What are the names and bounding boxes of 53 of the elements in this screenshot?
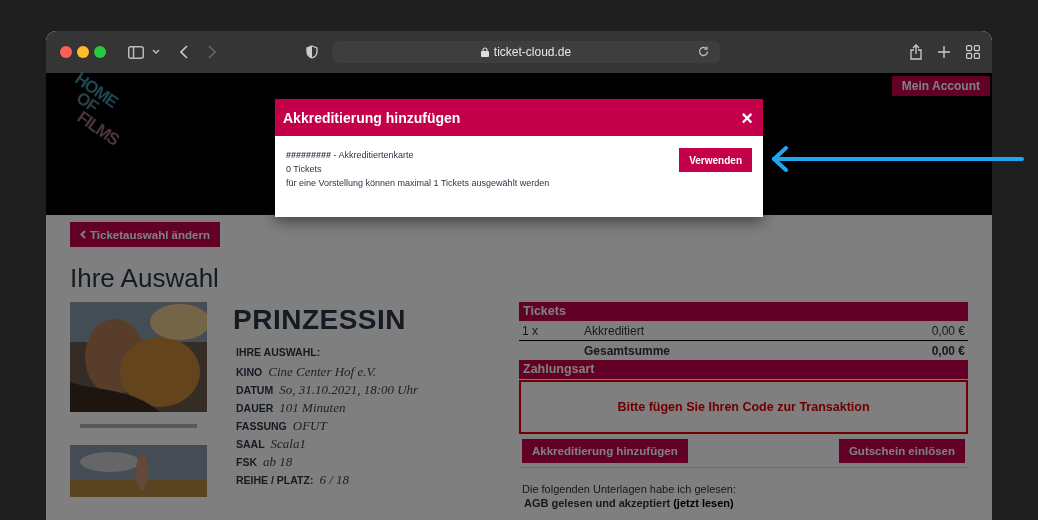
- share-icon[interactable]: [910, 44, 922, 60]
- tabs-overview-icon[interactable]: [966, 45, 980, 59]
- detail-label: KINO: [235, 366, 263, 378]
- modal-text: 0 Tickets: [286, 163, 323, 176]
- detail-label: FASSUNG: [235, 420, 287, 432]
- action-button[interactable]: Gutschein einlösen: [838, 439, 965, 463]
- details-heading: IHRE AUSWAHL:: [235, 346, 322, 360]
- use-button[interactable]: Verwenden: [679, 148, 752, 172]
- film-title: PRINZESSIN: [233, 304, 408, 336]
- sidebar-icon[interactable]: [128, 45, 144, 59]
- window-control[interactable]: [77, 46, 89, 58]
- detail-value: 101 Minuten: [279, 400, 346, 416]
- detail-label: REIHE / PLATZ:: [235, 474, 314, 486]
- section-header: Zahlungsart: [519, 360, 968, 379]
- window-control[interactable]: [60, 46, 72, 58]
- total-price: 0,00 €: [931, 343, 966, 358]
- chevron-down-icon[interactable]: [152, 49, 160, 55]
- chevron-left-icon: [80, 230, 86, 239]
- detail-value: OFUT: [292, 418, 327, 434]
- read-link[interactable]: (jetzt lesen): [673, 497, 734, 509]
- ticket-quantity: 1 x: [521, 323, 539, 338]
- ticket-type: Akkreditiert: [584, 323, 646, 338]
- detail-label: DATUM: [235, 384, 274, 396]
- terms-checkbox-label: AGB gelesen und akzeptiert (jetzt lesen): [523, 496, 735, 510]
- address-bar[interactable]: ticket-cloud.de: [332, 41, 720, 63]
- account-button[interactable]: Mein Account: [891, 76, 990, 96]
- page-heading: Ihre Auswahl: [70, 263, 220, 294]
- shield-icon[interactable]: [306, 45, 318, 59]
- modal-text: für eine Vorstellung können maximal 1 Tickets ausgewählt werden: [286, 177, 550, 190]
- detail-value: Scala1: [270, 436, 306, 452]
- close-button[interactable]: ×: [741, 107, 753, 128]
- detail-value: 6 / 18: [319, 472, 349, 488]
- card-name: ######### - Akkreditiertenkarte: [286, 149, 415, 162]
- ticket-price: 0,00 €: [931, 323, 966, 338]
- plus-icon[interactable]: [938, 46, 950, 58]
- url-text: ticket-cloud.de: [493, 45, 572, 59]
- back-button[interactable]: [180, 45, 188, 59]
- action-button[interactable]: Akkreditierung hinzufügen: [522, 439, 688, 463]
- back-button[interactable]: Ticketauswahl ändern: [70, 222, 220, 247]
- reload-icon[interactable]: [698, 46, 709, 57]
- detail-value: ab 18: [263, 454, 293, 470]
- error-message: Bitte fügen Sie Ihren Code zur Transaktion: [617, 400, 870, 414]
- window-control[interactable]: [94, 46, 106, 58]
- total-label: Gesamtsumme: [584, 343, 672, 358]
- detail-value: So, 31.10.2021, 18:00 Uhr: [279, 382, 419, 398]
- detail-label: DAUER: [235, 402, 274, 414]
- detail-label: SAAL: [235, 438, 265, 450]
- terms-text: Die folgenden Unterlagen habe ich gelesen:: [522, 482, 738, 496]
- lock-icon: [480, 47, 489, 57]
- modal-title: Akkreditierung hinzufügen: [283, 109, 461, 126]
- detail-label: FSK: [235, 456, 257, 468]
- detail-value: Cine Center Hof e.V.: [268, 364, 376, 380]
- section-header: Tickets: [519, 302, 968, 321]
